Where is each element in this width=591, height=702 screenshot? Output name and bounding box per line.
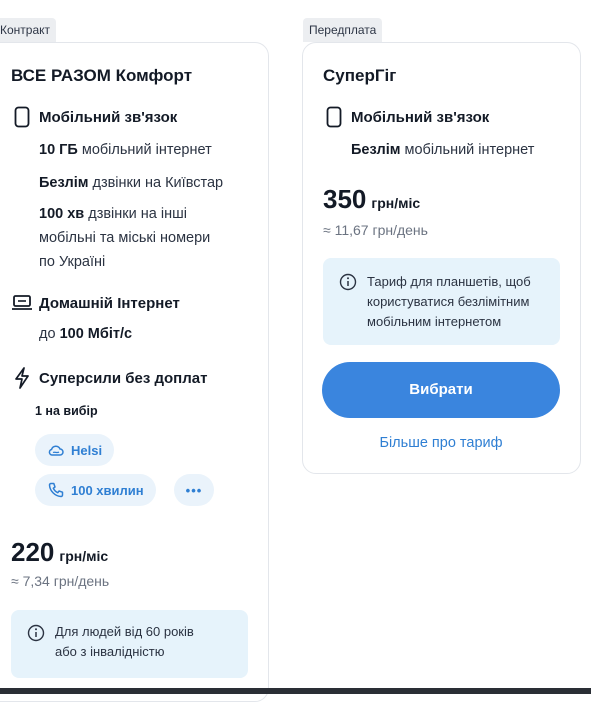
feature-speed: до 100 Мбіт/с: [39, 322, 132, 346]
option-100-minutes[interactable]: 100 хвилин: [35, 474, 156, 506]
section-mobile: Мобільний зв'язок: [11, 106, 177, 128]
feature-unlim-text: дзвінки на Київстар: [92, 175, 224, 191]
option-helsi-label: Helsi: [71, 442, 103, 458]
section-super-title: Суперсили без доплат: [39, 369, 208, 387]
feature-minutes: 100 хв дзвінки на інші мобільні та міськ…: [39, 202, 259, 274]
choice-label: 1 на вибір: [35, 404, 98, 418]
note-prepaid-line-3: мобільним інтернетом: [367, 314, 502, 329]
price-value-prepaid: 350: [323, 184, 367, 214]
section-home-internet: Домашній Інтернет: [11, 292, 180, 314]
option-100-minutes-label: 100 хвилин: [71, 482, 144, 498]
select-tariff-button[interactable]: Вибрати: [322, 362, 560, 418]
price-per-day: ≈ 7,34 грн/день: [11, 573, 110, 589]
info-icon: [27, 624, 45, 642]
feature-minutes-text-1: дзвінки на інші: [88, 206, 187, 222]
cloud-icon: [47, 441, 65, 459]
tariff-details-link[interactable]: Більше про тариф: [322, 435, 560, 451]
feature-gb-value: 10 ГБ: [39, 142, 78, 158]
note-prepaid-line-1: Тариф для планшетів, щоб: [367, 274, 531, 289]
feature-unlim-internet-text: мобільний інтернет: [404, 142, 535, 158]
phone-call-icon: [47, 481, 65, 499]
info-icon: [339, 273, 357, 291]
price-contract: 220 грн/міс: [11, 537, 108, 568]
more-options-button[interactable]: •••: [174, 474, 214, 506]
note-line-2: або з інвалідністю: [55, 644, 165, 659]
price-value: 220: [11, 537, 55, 567]
tariff-title: ВСЕ РАЗОМ Комфорт: [11, 66, 193, 85]
contract-tag: Контракт: [0, 18, 57, 42]
price-unit: грн/міс: [59, 548, 109, 564]
section-mobile-title-prepaid: Мобільний зв'язок: [351, 108, 490, 126]
feature-minutes-text-2: мобільні та міські номери: [39, 230, 211, 246]
feature-unlim-internet: Безлім мобільний інтернет: [351, 138, 534, 162]
lightning-icon: [11, 367, 33, 389]
prepaid-tag: Передплата: [303, 18, 383, 42]
feature-unlim-value: Безлім: [39, 175, 89, 191]
tariff-title-prepaid: СуперГіг: [323, 66, 397, 85]
info-note-prepaid: Тариф для планшетів, щоб користуватися б…: [323, 258, 560, 345]
price-unit-prepaid: грн/міс: [371, 195, 421, 211]
note-line-1: Для людей від 60 років: [55, 624, 194, 639]
info-note-contract: Для людей від 60 років або з інвалідніст…: [11, 610, 248, 678]
feature-minutes-value: 100 хв: [39, 206, 85, 222]
section-mobile-title: Мобільний зв'язок: [39, 108, 178, 126]
feature-unlim: Безлім дзвінки на Київстар: [39, 171, 223, 195]
section-mobile-prepaid: Мобільний зв'язок: [323, 106, 489, 128]
price-prepaid: 350 грн/міс: [323, 184, 420, 215]
bottom-edge: [0, 688, 591, 694]
feature-minutes-text-3: по Україні: [39, 254, 106, 270]
phone-icon: [11, 106, 33, 128]
feature-gb-text: мобільний інтернет: [81, 142, 212, 158]
section-home-title: Домашній Інтернет: [39, 294, 180, 312]
option-helsi[interactable]: Helsi: [35, 434, 115, 466]
section-superpowers: Суперсили без доплат: [11, 367, 207, 389]
feature-speed-prefix: до: [39, 326, 56, 342]
laptop-icon: [11, 292, 33, 314]
feature-speed-value: 100 Мбіт/с: [59, 326, 133, 342]
feature-unlim-internet-value: Безлім: [351, 142, 401, 158]
note-prepaid-line-2: користуватися безлімітним: [367, 294, 530, 309]
phone-icon: [323, 106, 345, 128]
price-per-day-prepaid: ≈ 11,67 грн/день: [323, 222, 428, 238]
feature-gb: 10 ГБ мобільний інтернет: [39, 138, 212, 162]
